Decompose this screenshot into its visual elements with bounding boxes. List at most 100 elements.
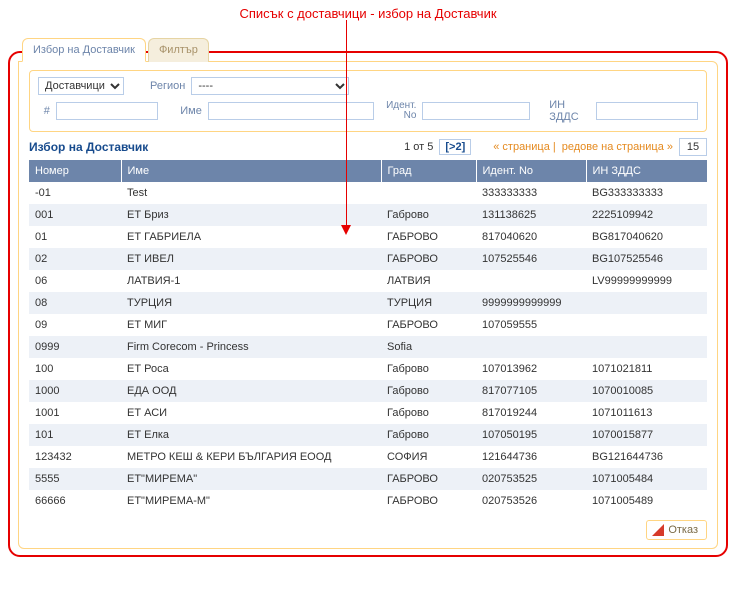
table-row[interactable]: 123432МЕТРО КЕШ & КЕРИ БЪЛГАРИЯ ЕООДСОФИ… <box>29 446 707 468</box>
cell-name: Test <box>121 182 381 204</box>
page-nav-left[interactable]: « страница | <box>493 141 556 153</box>
cell-num: 123432 <box>29 446 121 468</box>
cell-num: 08 <box>29 292 121 314</box>
cell-num: 01 <box>29 226 121 248</box>
table-row[interactable]: 1001ЕТ АСИГаброво8170192441071011613 <box>29 402 707 424</box>
col-header-city[interactable]: Град <box>381 160 476 182</box>
table-row[interactable]: 06ЛАТВИЯ-1ЛАТВИЯLV99999999999 <box>29 270 707 292</box>
cancel-button[interactable]: Отказ <box>646 520 707 540</box>
table-row[interactable]: 09ЕТ МИГГАБРОВО107059555 <box>29 314 707 336</box>
cell-vat: 1071021811 <box>586 358 707 380</box>
cancel-button-label: Отказ <box>668 524 698 536</box>
supplier-type-select[interactable]: Доставчици <box>38 77 124 95</box>
cell-city <box>381 182 476 204</box>
cell-vat <box>586 292 707 314</box>
num-input[interactable] <box>56 102 158 120</box>
name-input[interactable] <box>208 102 374 120</box>
filter-box: Доставчици Регион ---- # Име Идент.No ИН… <box>29 70 707 132</box>
cancel-icon <box>652 524 664 536</box>
cell-vat: 1071011613 <box>586 402 707 424</box>
cell-vat: BG333333333 <box>586 182 707 204</box>
rows-per-page-input[interactable] <box>679 138 707 156</box>
suppliers-table: Номер Име Град Идент. No ИН ЗДДС -01Test… <box>29 160 707 512</box>
table-row[interactable]: 08ТУРЦИЯТУРЦИЯ9999999999999 <box>29 292 707 314</box>
cell-vat: BG121644736 <box>586 446 707 468</box>
cell-num: 1001 <box>29 402 121 424</box>
cell-vat: LV99999999999 <box>586 270 707 292</box>
cell-ident: 9999999999999 <box>476 292 586 314</box>
cell-city: ГАБРОВО <box>381 248 476 270</box>
cell-name: ЕТ Бриз <box>121 204 381 226</box>
cell-ident: 107050195 <box>476 424 586 446</box>
table-row[interactable]: 5555ЕТ"МИРЕМА"ГАБРОВО0207535251071005484 <box>29 468 707 490</box>
name-label: Име <box>178 105 202 117</box>
cell-num: 06 <box>29 270 121 292</box>
cell-num: 66666 <box>29 490 121 512</box>
col-header-name[interactable]: Име <box>121 160 381 182</box>
cell-name: ЕТ"МИРЕМА-М" <box>121 490 381 512</box>
cell-name: ЕТ Роса <box>121 358 381 380</box>
toolbar: Избор на Доставчик 1 от 5 [>2] « страниц… <box>29 138 707 156</box>
cell-city: ГАБРОВО <box>381 314 476 336</box>
tab-filter[interactable]: Филтър <box>148 38 209 62</box>
table-row[interactable]: 001ЕТ БризГаброво1311386252225109942 <box>29 204 707 226</box>
page-title: Избор на Доставчик <box>29 140 148 154</box>
cell-vat: 1071005489 <box>586 490 707 512</box>
table-row[interactable]: 100ЕТ РосаГаброво1070139621071021811 <box>29 358 707 380</box>
content-panel: Доставчици Регион ---- # Име Идент.No ИН… <box>18 61 718 549</box>
cell-vat: 1071005484 <box>586 468 707 490</box>
cell-name: Firm Corecom - Princess <box>121 336 381 358</box>
cell-ident: 817019244 <box>476 402 586 424</box>
region-label: Регион <box>150 80 185 92</box>
cell-num: 0999 <box>29 336 121 358</box>
cell-city: ГАБРОВО <box>381 468 476 490</box>
vat-input[interactable] <box>596 102 698 120</box>
cell-city: ЛАТВИЯ <box>381 270 476 292</box>
cell-vat: 2225109942 <box>586 204 707 226</box>
table-row[interactable]: 0999Firm Corecom - PrincessSofia <box>29 336 707 358</box>
table-row[interactable]: 66666ЕТ"МИРЕМА-М"ГАБРОВО0207535261071005… <box>29 490 707 512</box>
cell-ident <box>476 336 586 358</box>
cell-num: 5555 <box>29 468 121 490</box>
tabs-bar: Избор на Доставчик Филтър <box>22 37 726 61</box>
table-row[interactable]: -01Test 333333333BG333333333 <box>29 182 707 204</box>
cell-num: 1000 <box>29 380 121 402</box>
cell-city: Габрово <box>381 358 476 380</box>
col-header-num[interactable]: Номер <box>29 160 121 182</box>
ident-input[interactable] <box>422 102 530 120</box>
cell-num: 101 <box>29 424 121 446</box>
cell-ident: 107525546 <box>476 248 586 270</box>
table-row[interactable]: 01ЕТ ГАБРИЕЛАГАБРОВО817040620BG817040620 <box>29 226 707 248</box>
next-page-box[interactable]: [>2] <box>439 139 471 155</box>
annotation-label: Списък с доставчици - избор на Доставчик <box>0 0 736 25</box>
cell-vat: 1070010085 <box>586 380 707 402</box>
table-row[interactable]: 101ЕТ ЕлкаГаброво1070501951070015877 <box>29 424 707 446</box>
cell-city: Габрово <box>381 424 476 446</box>
col-header-vat[interactable]: ИН ЗДДС <box>586 160 707 182</box>
cell-ident: 107059555 <box>476 314 586 336</box>
rows-per-page-link[interactable]: редове на страница » <box>562 141 673 153</box>
col-header-ident[interactable]: Идент. No <box>476 160 586 182</box>
cell-name: ЕТ Елка <box>121 424 381 446</box>
cell-city: ГАБРОВО <box>381 226 476 248</box>
cell-vat <box>586 336 707 358</box>
table-row[interactable]: 1000ЕДА ООДГаброво8170771051070010085 <box>29 380 707 402</box>
cell-name: ТУРЦИЯ <box>121 292 381 314</box>
cell-num: -01 <box>29 182 121 204</box>
cell-name: ЕТ"МИРЕМА" <box>121 468 381 490</box>
cell-vat: 1070015877 <box>586 424 707 446</box>
cell-city: СОФИЯ <box>381 446 476 468</box>
region-select[interactable]: ---- <box>191 77 349 95</box>
cell-ident: 817077105 <box>476 380 586 402</box>
cell-ident <box>476 270 586 292</box>
cell-name: ЕТ АСИ <box>121 402 381 424</box>
cell-ident: 333333333 <box>476 182 586 204</box>
tab-select-supplier[interactable]: Избор на Доставчик <box>22 38 146 62</box>
cell-city: ГАБРОВО <box>381 490 476 512</box>
table-row[interactable]: 02ЕТ ИВЕЛГАБРОВО107525546BG107525546 <box>29 248 707 270</box>
cell-city: Габрово <box>381 380 476 402</box>
cell-name: ЕТ МИГ <box>121 314 381 336</box>
vat-label: ИН ЗДДС <box>549 99 590 123</box>
num-label: # <box>38 105 50 117</box>
cell-city: Габрово <box>381 204 476 226</box>
